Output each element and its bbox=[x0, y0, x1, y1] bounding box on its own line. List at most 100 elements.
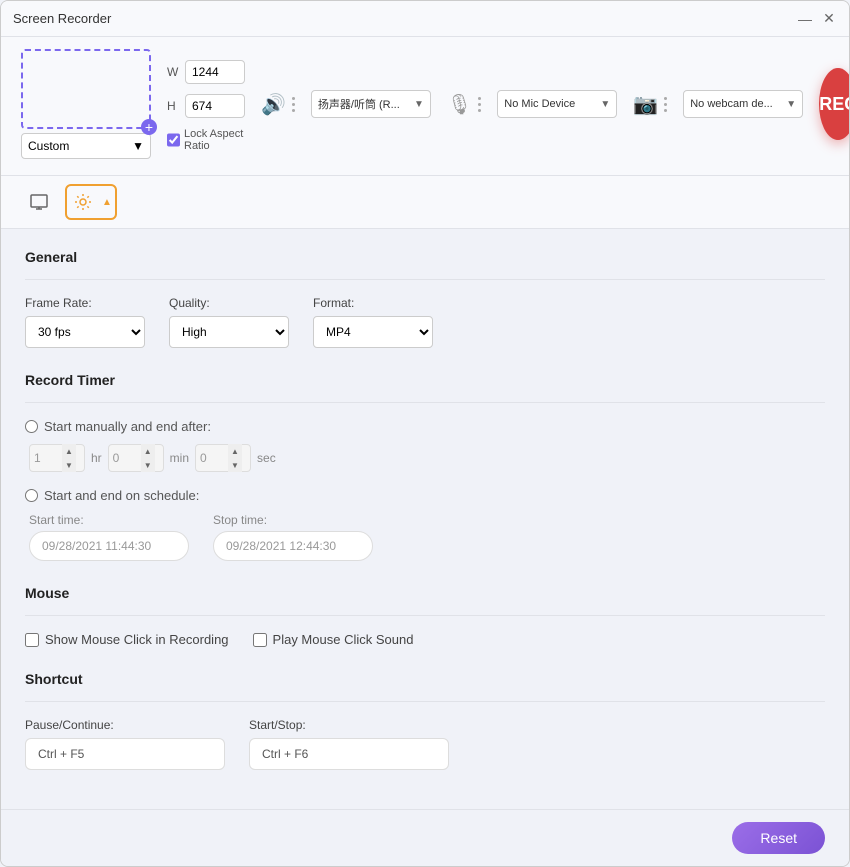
top-bar: Custom ▼ W H Lock Aspect Ratio 🔊 bbox=[1, 37, 849, 176]
lock-ratio-checkbox[interactable] bbox=[167, 133, 180, 147]
manual-radio[interactable] bbox=[25, 420, 38, 433]
sec-stepper: ▲ ▼ bbox=[228, 444, 242, 472]
general-form-row: Frame Rate: 30 fps 15 fps 20 fps 24 fps … bbox=[25, 296, 825, 348]
hr-input[interactable] bbox=[34, 451, 62, 465]
lock-ratio-group: Lock Aspect Ratio bbox=[167, 128, 245, 152]
start-stop-group: Start/Stop: bbox=[249, 718, 449, 770]
bottom-bar: Reset bbox=[1, 809, 849, 866]
minimize-button[interactable]: — bbox=[797, 11, 813, 27]
play-sound-item: Play Mouse Click Sound bbox=[253, 632, 414, 647]
timer-inputs: ▲ ▼ hr ▲ ▼ min ▲ ▼ bbox=[29, 444, 825, 472]
shortcut-divider bbox=[25, 701, 825, 702]
record-timer-title: Record Timer bbox=[25, 372, 825, 388]
manual-radio-row: Start manually and end after: bbox=[25, 419, 825, 434]
speaker-dropdown[interactable]: 扬声器/听筒 (R... ▼ bbox=[311, 90, 431, 118]
format-group: Format: MP4 MOV AVI GIF bbox=[313, 296, 433, 348]
quality-label: Quality: bbox=[169, 296, 289, 310]
min-unit: min bbox=[170, 451, 189, 465]
frame-rate-group: Frame Rate: 30 fps 15 fps 20 fps 24 fps … bbox=[25, 296, 145, 348]
format-label: Format: bbox=[313, 296, 433, 310]
frame-rate-select[interactable]: 30 fps 15 fps 20 fps 24 fps 60 fps bbox=[25, 316, 145, 348]
stop-time-label: Stop time: bbox=[213, 513, 373, 527]
mic-dropdown[interactable]: No Mic Device ▼ bbox=[497, 90, 617, 118]
settings-arrow-button[interactable]: ▲ bbox=[99, 186, 115, 218]
start-time-group: Start time: bbox=[29, 513, 189, 561]
mouse-checkbox-row: Show Mouse Click in Recording Play Mouse… bbox=[25, 632, 825, 647]
schedule-radio-row: Start and end on schedule: bbox=[25, 488, 825, 503]
sec-unit: sec bbox=[257, 451, 276, 465]
window-controls: — ✕ bbox=[797, 11, 837, 27]
height-row: H bbox=[167, 94, 245, 118]
pause-input[interactable] bbox=[25, 738, 225, 770]
settings-content: General Frame Rate: 30 fps 15 fps 20 fps… bbox=[1, 229, 849, 809]
sec-down[interactable]: ▼ bbox=[228, 458, 242, 472]
mouse-title: Mouse bbox=[25, 585, 825, 601]
capture-area-section: Custom ▼ bbox=[21, 49, 151, 159]
mic-group: 🎙 bbox=[447, 92, 481, 117]
settings-main-button[interactable] bbox=[67, 186, 99, 218]
start-stop-input[interactable] bbox=[249, 738, 449, 770]
record-timer-section: Record Timer Start manually and end afte… bbox=[25, 372, 825, 561]
pause-group: Pause/Continue: bbox=[25, 718, 225, 770]
capture-box[interactable] bbox=[21, 49, 151, 129]
time-fields: Start time: Stop time: bbox=[29, 513, 825, 561]
quality-select[interactable]: High Low Medium bbox=[169, 316, 289, 348]
show-click-checkbox[interactable] bbox=[25, 633, 39, 647]
screen-capture-icon bbox=[29, 192, 49, 212]
min-stepper: ▲ ▼ bbox=[141, 444, 155, 472]
start-stop-label: Start/Stop: bbox=[249, 718, 449, 732]
app-title: Screen Recorder bbox=[13, 11, 797, 26]
rec-button[interactable]: REC bbox=[819, 68, 850, 140]
webcam-dropdown[interactable]: No webcam de... ▼ bbox=[683, 90, 803, 118]
min-input-group: ▲ ▼ bbox=[108, 444, 164, 472]
start-time-input[interactable] bbox=[29, 531, 189, 561]
shortcut-row: Pause/Continue: Start/Stop: bbox=[25, 718, 825, 770]
preset-select[interactable]: Custom ▼ bbox=[21, 133, 151, 159]
hr-up[interactable]: ▲ bbox=[62, 444, 76, 458]
close-button[interactable]: ✕ bbox=[821, 11, 837, 27]
width-row: W bbox=[167, 60, 245, 84]
hr-stepper: ▲ ▼ bbox=[62, 444, 76, 472]
app-window: Screen Recorder — ✕ Custom ▼ W H bbox=[0, 0, 850, 867]
settings-button-group[interactable]: ▲ bbox=[65, 184, 117, 220]
pause-label: Pause/Continue: bbox=[25, 718, 225, 732]
format-select[interactable]: MP4 MOV AVI GIF bbox=[313, 316, 433, 348]
show-click-item: Show Mouse Click in Recording bbox=[25, 632, 229, 647]
titlebar: Screen Recorder — ✕ bbox=[1, 1, 849, 37]
stop-time-group: Stop time: bbox=[213, 513, 373, 561]
stop-time-input[interactable] bbox=[213, 531, 373, 561]
play-sound-checkbox[interactable] bbox=[253, 633, 267, 647]
speaker-icon: 🔊 bbox=[261, 92, 286, 117]
devices-section: 🔊 扬声器/听筒 (R... ▼ 🎙 No Mic Device ▼ bbox=[261, 90, 803, 118]
min-up[interactable]: ▲ bbox=[141, 444, 155, 458]
webcam-group: 📷 bbox=[633, 92, 667, 117]
sec-input[interactable] bbox=[200, 451, 228, 465]
speaker-dots bbox=[292, 97, 295, 112]
width-input[interactable] bbox=[185, 60, 245, 84]
schedule-radio[interactable] bbox=[25, 489, 38, 502]
manual-label: Start manually and end after: bbox=[44, 419, 211, 434]
sec-input-group: ▲ ▼ bbox=[195, 444, 251, 472]
general-divider bbox=[25, 279, 825, 280]
toolbar: ▲ bbox=[1, 176, 849, 229]
width-label: W bbox=[167, 65, 181, 79]
reset-button[interactable]: Reset bbox=[732, 822, 825, 854]
hr-down[interactable]: ▼ bbox=[62, 458, 76, 472]
speaker-group: 🔊 bbox=[261, 92, 295, 117]
timer-divider bbox=[25, 402, 825, 403]
height-input[interactable] bbox=[185, 94, 245, 118]
mouse-divider bbox=[25, 615, 825, 616]
shortcut-section: Shortcut Pause/Continue: Start/Stop: bbox=[25, 671, 825, 770]
shortcut-title: Shortcut bbox=[25, 671, 825, 687]
frame-rate-label: Frame Rate: bbox=[25, 296, 145, 310]
start-time-label: Start time: bbox=[29, 513, 189, 527]
quality-group: Quality: High Low Medium bbox=[169, 296, 289, 348]
min-down[interactable]: ▼ bbox=[141, 458, 155, 472]
sec-up[interactable]: ▲ bbox=[228, 444, 242, 458]
general-section: General Frame Rate: 30 fps 15 fps 20 fps… bbox=[25, 249, 825, 348]
webcam-icon: 📷 bbox=[633, 92, 658, 117]
screen-capture-button[interactable] bbox=[21, 184, 57, 220]
min-input[interactable] bbox=[113, 451, 141, 465]
mic-dots bbox=[478, 97, 481, 112]
play-sound-label: Play Mouse Click Sound bbox=[273, 632, 414, 647]
